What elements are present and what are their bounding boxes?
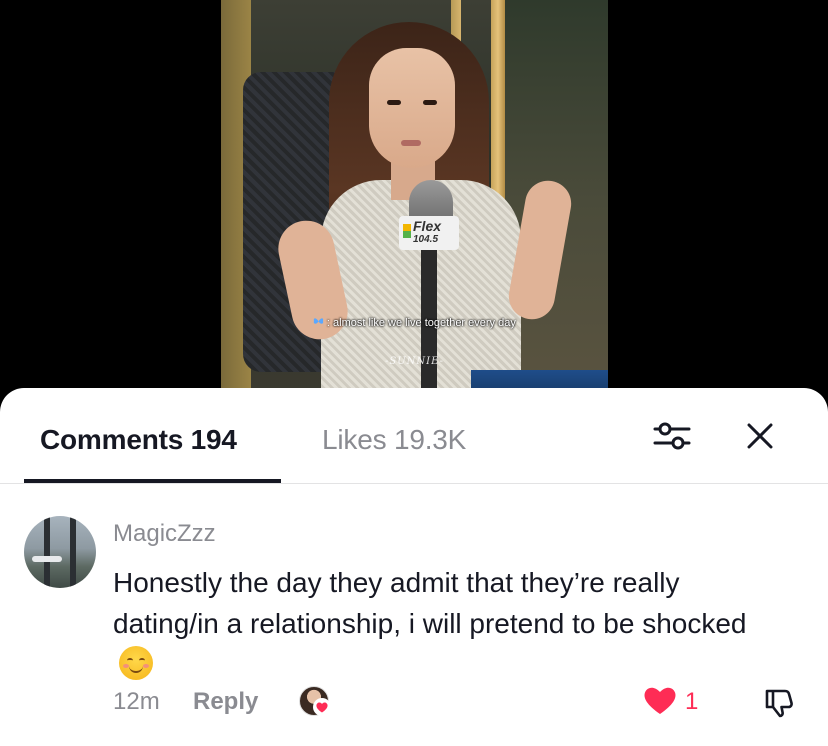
filter-button[interactable] (652, 418, 692, 458)
heart-icon (313, 698, 331, 716)
comment-meta: 12m Reply 1 (113, 686, 813, 718)
video-watermark: -SUNNIE- (385, 356, 444, 367)
person-face (369, 48, 455, 168)
screen: Flex 104.5 : almost like we live togethe… (0, 0, 828, 746)
caption-text: : almost like we live together every day (326, 317, 516, 329)
comment-username[interactable]: MagicZzz (113, 520, 216, 548)
emoji-smile (129, 664, 143, 673)
reply-button[interactable]: Reply (193, 688, 258, 716)
sheet-tabs: Comments 194 Likes 19.3K (0, 388, 828, 484)
close-button[interactable] (740, 418, 780, 458)
comments-sheet: Comments 194 Likes 19.3K MagicZzz Honest… (0, 388, 828, 746)
tab-comments[interactable]: Comments 194 (40, 424, 237, 456)
mic-flag-logo (403, 224, 411, 238)
comment-item: MagicZzz Honestly the day they admit tha… (0, 516, 828, 746)
video-caption: : almost like we live together every day (221, 317, 608, 329)
close-icon (747, 423, 773, 454)
divider (0, 483, 828, 484)
thumbs-down-icon (763, 689, 795, 722)
comment-body: Honestly the day they admit that they’re… (113, 562, 793, 685)
person-eye (387, 100, 401, 105)
dislike-button[interactable] (763, 686, 795, 718)
video-player[interactable]: Flex 104.5 : almost like we live togethe… (221, 0, 608, 400)
heart-icon (643, 685, 677, 720)
person-mouth (401, 140, 421, 146)
smiling-face-icon (119, 646, 153, 680)
like-button[interactable]: 1 (643, 686, 698, 718)
avatar-detail (70, 516, 76, 588)
tab-likes[interactable]: Likes 19.3K (322, 424, 466, 456)
like-count: 1 (685, 688, 699, 715)
sliders-icon (653, 419, 691, 458)
avatar-detail (32, 556, 62, 562)
creator-liked-badge (299, 686, 331, 718)
butterfly-icon (313, 318, 327, 329)
mic-flag: Flex 104.5 (399, 216, 459, 250)
emoji-cheek (143, 664, 149, 668)
mic-flag-brand: Flex (413, 218, 442, 234)
comment-text: Honestly the day they admit that they’re… (113, 567, 747, 639)
mic-flag-frequency: 104.5 (413, 234, 439, 245)
avatar-detail (44, 516, 50, 588)
person-eye (423, 100, 437, 105)
comment-timestamp: 12m (113, 688, 160, 715)
avatar[interactable] (24, 516, 96, 588)
